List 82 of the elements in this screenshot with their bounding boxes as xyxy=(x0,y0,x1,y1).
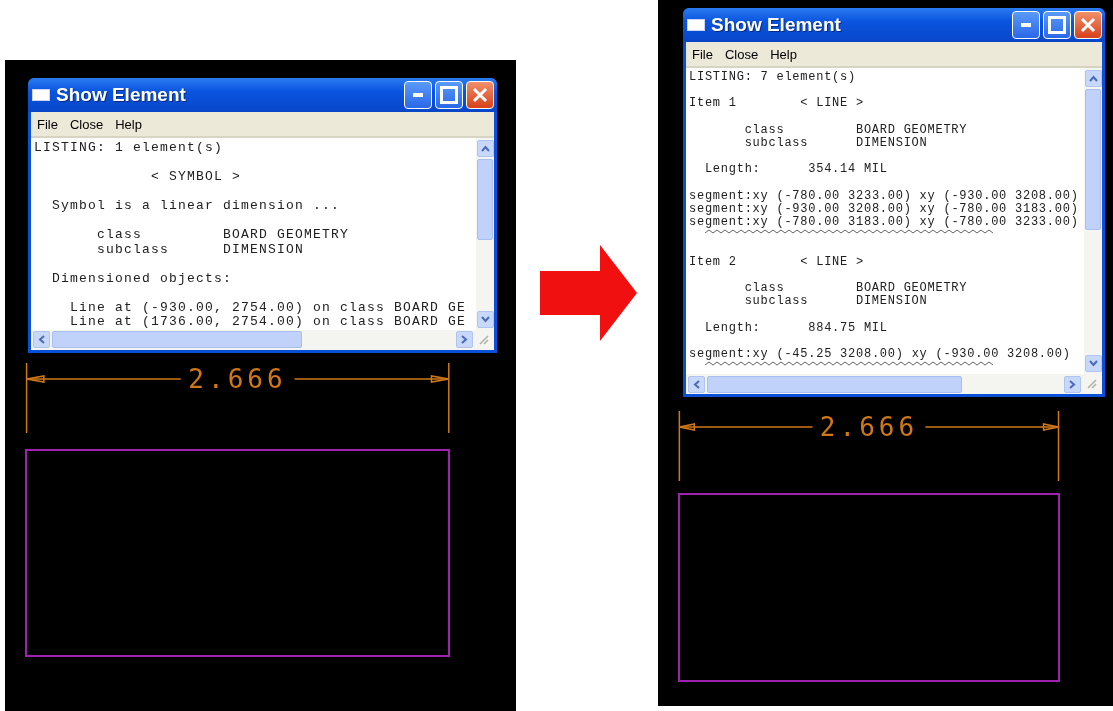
menu-item[interactable]: Close xyxy=(724,46,759,62)
scroll-thumb[interactable] xyxy=(707,375,962,393)
window-icon xyxy=(32,89,50,101)
menu-item[interactable]: File xyxy=(37,116,58,132)
menu-item[interactable]: File xyxy=(692,46,713,62)
item-type: < LINE > xyxy=(800,255,864,269)
scroll-left-button[interactable] xyxy=(688,375,705,393)
field-value: BOARD GEOMETRY xyxy=(223,228,350,243)
minimize-icon xyxy=(1021,23,1031,27)
field-value: DIMENSION xyxy=(855,295,928,309)
close-button[interactable] xyxy=(1074,11,1102,39)
resize-grip-icon xyxy=(478,334,489,345)
listing-text: segment:xy (-930.00 3208.00) xy (-780.00 3183.00) xyxy=(689,202,1079,216)
menu-item[interactable]: Close xyxy=(69,116,104,132)
maximize-icon xyxy=(440,86,458,104)
minimize-button[interactable] xyxy=(404,81,432,109)
maximize-icon xyxy=(1048,16,1066,34)
window-title: Show Element xyxy=(56,84,187,106)
window-icon xyxy=(687,19,705,31)
menu-item[interactable]: Help xyxy=(770,46,797,62)
item-label: Item 2 xyxy=(689,254,737,269)
minimize-icon xyxy=(413,93,423,97)
maximize-button[interactable] xyxy=(1043,11,1071,39)
listing-text: segment:xy (-780.00 3183.00) xy (-780.00 3233.00) xyxy=(689,216,1079,230)
minimize-button[interactable] xyxy=(1012,11,1040,39)
arrow-right-icon xyxy=(540,245,637,341)
scroll-left-button[interactable] xyxy=(33,331,50,348)
field-label: subclass xyxy=(744,294,809,309)
scroll-thumb[interactable] xyxy=(52,331,302,348)
listing-text: segment:xy (-45.25 3208.00) xy (-930.00 3208.00) xyxy=(689,347,1071,362)
scroll-thumb[interactable] xyxy=(1085,89,1101,230)
scroll-up-button[interactable] xyxy=(1084,70,1102,87)
listing-text: LISTING: 7 element(s) xyxy=(689,71,856,85)
scroll-down-button[interactable] xyxy=(476,310,494,328)
item-label: Item 1 xyxy=(689,96,737,111)
field-value: BOARD GEOMETRY xyxy=(855,282,968,295)
window-title: Show Element xyxy=(711,14,842,36)
chevron-right-icon xyxy=(461,335,468,344)
listing-text: Symbol is a linear dimension ... xyxy=(52,199,341,214)
vertical-scrollbar[interactable] xyxy=(1084,68,1102,375)
field-value: 884.75 MIL xyxy=(808,321,888,335)
listing-text: Line at (1736.00, 2754.00) on class BOARD GE xyxy=(70,315,467,330)
dimension-text: 2.666 xyxy=(187,362,288,395)
field-label: Length: xyxy=(704,162,761,177)
field-label: class xyxy=(97,227,142,242)
chevron-right-icon xyxy=(1069,379,1076,389)
resize-grip-icon xyxy=(1086,379,1097,390)
close-icon xyxy=(1080,17,1096,33)
item-type: < LINE > xyxy=(800,97,864,111)
chevron-down-icon xyxy=(480,315,490,323)
menu-item[interactable]: Help xyxy=(115,116,142,132)
scroll-up-button[interactable] xyxy=(476,140,494,157)
field-label: class xyxy=(744,122,785,137)
close-button[interactable] xyxy=(466,81,494,109)
listing-text: Dimensioned objects: xyxy=(52,271,233,286)
field-label: subclass xyxy=(744,135,809,150)
chevron-up-icon xyxy=(1088,75,1098,82)
scroll-right-button[interactable] xyxy=(456,331,473,348)
scroll-right-button[interactable] xyxy=(1064,375,1081,393)
close-icon xyxy=(472,87,488,103)
field-value: 354.14 MIL xyxy=(808,163,888,177)
listing-text: Line at (-930.00, 2754.00) on class BOARD GE xyxy=(70,300,467,315)
field-value: BOARD GEOMETRY xyxy=(855,123,968,137)
chevron-left-icon xyxy=(38,335,45,344)
listing-text: segment:xy (-780.00 3233.00) xy (-930.00 3208.00) xyxy=(689,189,1079,203)
field-label: subclass xyxy=(97,241,169,257)
scroll-down-button[interactable] xyxy=(1084,355,1102,373)
scroll-thumb[interactable] xyxy=(477,159,493,240)
listing-text: LISTING: 1 element(s) xyxy=(34,141,224,156)
horizontal-scrollbar[interactable] xyxy=(686,374,1102,395)
field-value: DIMENSION xyxy=(855,136,928,151)
chevron-up-icon xyxy=(480,145,490,152)
chevron-down-icon xyxy=(1088,360,1098,368)
field-value: DIMENSION xyxy=(223,242,304,257)
listing-text: < SYMBOL > xyxy=(151,170,241,185)
chevron-left-icon xyxy=(693,379,700,389)
horizontal-scrollbar[interactable] xyxy=(31,329,494,350)
vertical-scrollbar[interactable] xyxy=(476,138,494,330)
field-label: class xyxy=(744,281,785,295)
field-label: Length: xyxy=(704,320,761,335)
dimension-text: 2.666 xyxy=(818,411,920,444)
maximize-button[interactable] xyxy=(435,81,463,109)
